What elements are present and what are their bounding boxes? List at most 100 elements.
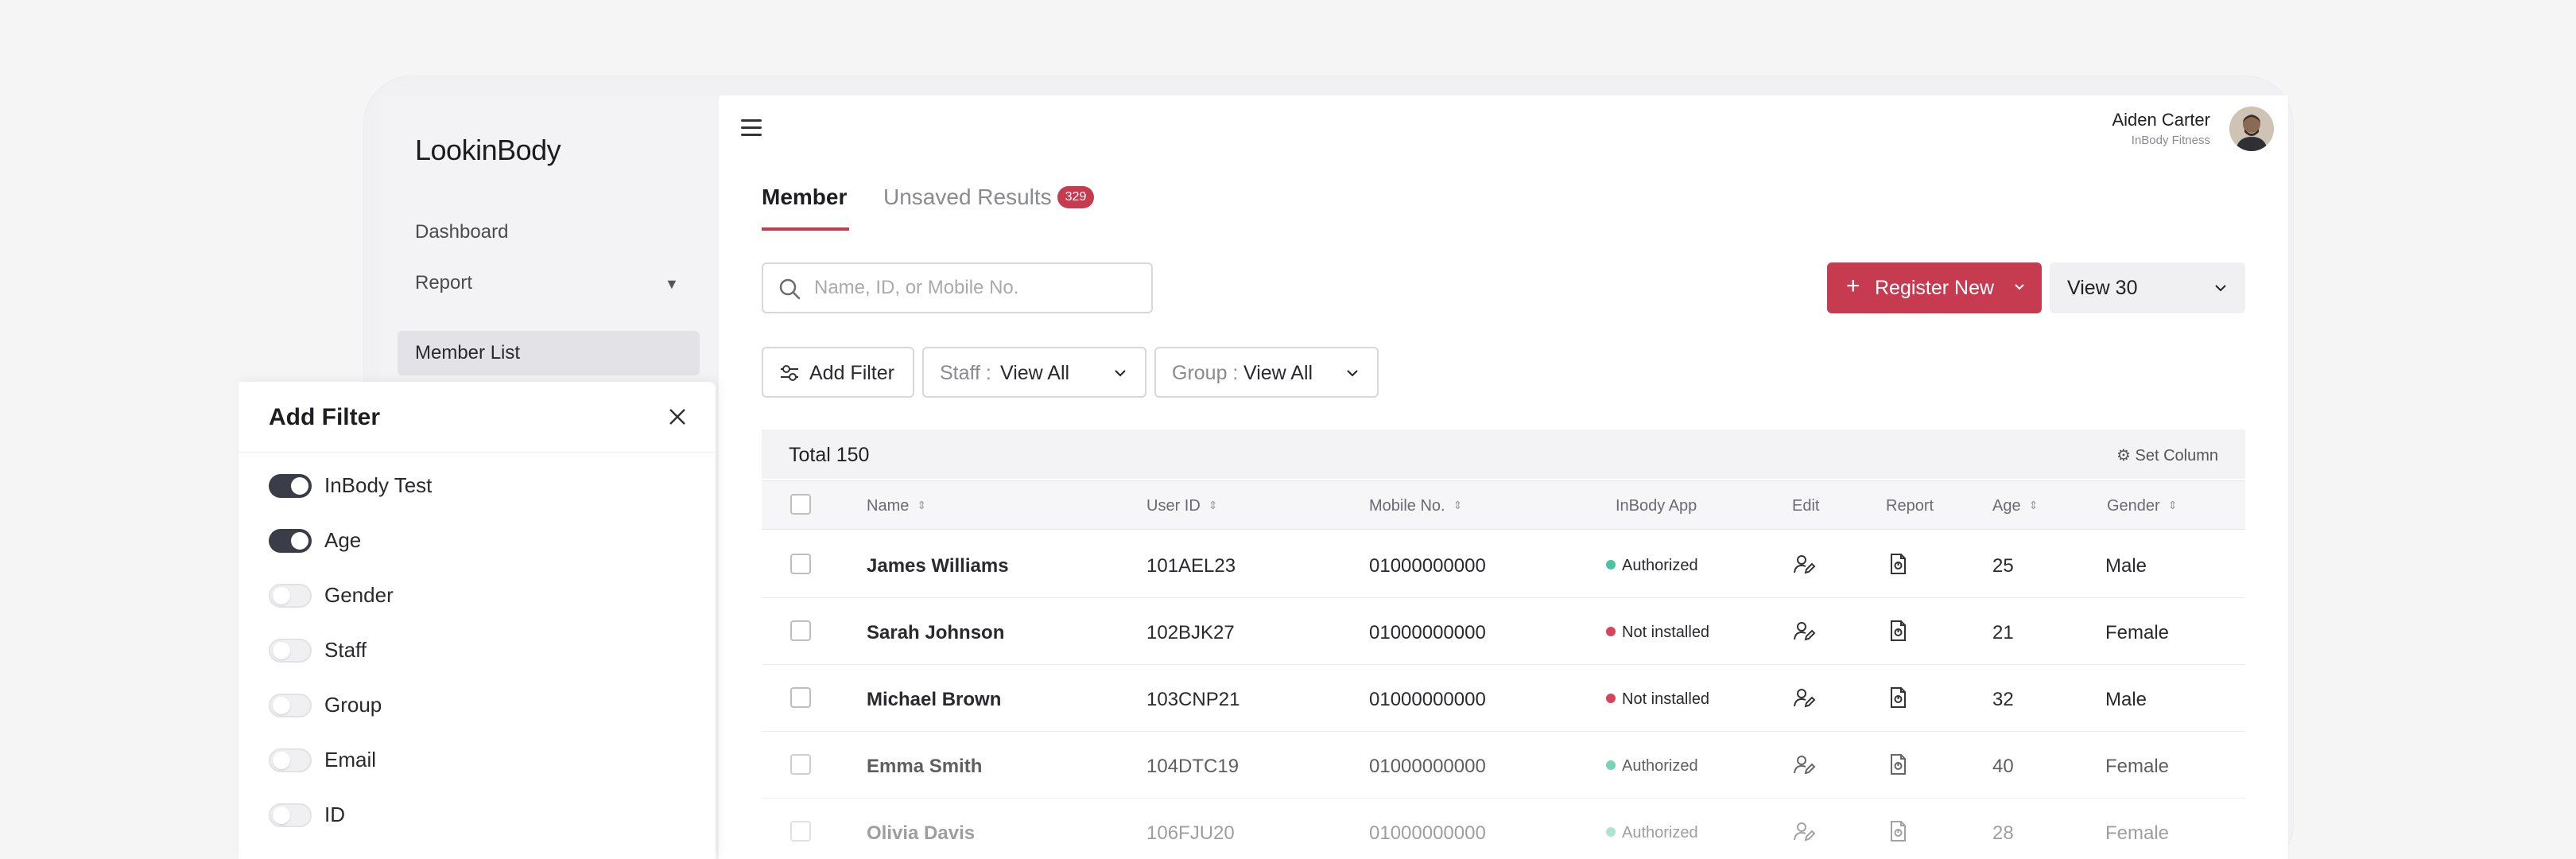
report-document-icon[interactable]	[1886, 619, 1910, 643]
member-name[interactable]: Sarah Johnson	[867, 622, 1004, 644]
close-icon[interactable]	[666, 406, 689, 428]
edit-user-icon[interactable]	[1792, 752, 1816, 776]
member-age: 40	[1992, 756, 2014, 777]
toggle-knob	[291, 477, 308, 495]
sidebar-item-report[interactable]: Report	[415, 272, 472, 294]
toggle-knob	[273, 697, 290, 714]
staff-filter-select[interactable]: Staff : View All	[922, 347, 1146, 398]
column-header-inbody-app: InBody App	[1616, 497, 1697, 515]
inbody-app-status: Not installed	[1606, 690, 1709, 709]
chevron-down-icon	[1347, 370, 1358, 377]
column-header-user-id[interactable]: User ID ⇕	[1146, 497, 1218, 515]
add-filter-title: Add Filter	[269, 404, 380, 430]
report-document-icon[interactable]	[1886, 819, 1910, 843]
sort-icon: ⇕	[1208, 499, 1218, 511]
table-row[interactable]: Olivia Davis 106FJU20 01000000000 Authorize…	[762, 799, 2245, 859]
caret-down-icon[interactable]: ▼	[665, 276, 679, 293]
row-checkbox[interactable]	[790, 687, 811, 708]
member-user-id: 106FJU20	[1146, 822, 1235, 844]
status-dot	[1606, 760, 1616, 770]
plus-icon: +	[1846, 273, 1860, 299]
member-mobile: 01000000000	[1369, 756, 1486, 777]
member-mobile: 01000000000	[1369, 689, 1486, 710]
total-count: Total 150	[789, 444, 870, 466]
filter-toggle[interactable]	[269, 748, 312, 772]
add-filter-button[interactable]: Add Filter	[762, 347, 914, 398]
column-header-name[interactable]: Name ⇕	[867, 497, 926, 515]
tab-unsaved-results[interactable]: Unsaved Results	[883, 185, 1052, 210]
set-column-button[interactable]: ⚙ Set Column	[2116, 445, 2218, 465]
edit-user-icon[interactable]	[1792, 552, 1816, 576]
table-row[interactable]: James Williams 101AEL23 01000000000 Authori…	[762, 531, 2245, 598]
report-document-icon[interactable]	[1886, 752, 1910, 776]
member-age: 28	[1992, 822, 2014, 844]
inbody-app-status: Not installed	[1606, 624, 1709, 642]
gear-icon: ⚙	[2116, 447, 2131, 464]
table-row[interactable]: Michael Brown 103CNP21 01000000000 Not inst…	[762, 665, 2245, 732]
column-header-gender[interactable]: Gender ⇕	[2107, 497, 2177, 515]
app-logo: LookinBody	[415, 134, 561, 166]
chevron-down-icon	[1115, 370, 1126, 377]
toggle-knob	[273, 642, 290, 659]
sort-icon: ⇕	[2028, 499, 2039, 511]
member-name[interactable]: James Williams	[867, 555, 1009, 577]
member-user-id: 101AEL23	[1146, 555, 1236, 577]
sidebar-item-dashboard[interactable]: Dashboard	[415, 221, 508, 243]
member-user-id: 103CNP21	[1146, 689, 1240, 710]
row-checkbox[interactable]	[790, 821, 811, 842]
member-name[interactable]: Emma Smith	[867, 756, 982, 778]
status-dot	[1606, 560, 1616, 569]
page-size-select[interactable]: View 30	[2050, 262, 2245, 313]
filter-toggle[interactable]	[269, 639, 312, 663]
edit-user-icon[interactable]	[1792, 686, 1816, 709]
filter-toggle[interactable]	[269, 474, 312, 498]
add-filter-panel: Add Filter InBody Test Age Gender Staff Grou…	[239, 382, 716, 859]
member-name[interactable]: Olivia Davis	[867, 822, 975, 845]
member-name[interactable]: Michael Brown	[867, 689, 1001, 711]
member-age: 21	[1992, 622, 2014, 643]
sidebar-item-member-list[interactable]: Member List	[398, 331, 700, 375]
filter-toggle[interactable]	[269, 803, 312, 827]
group-filter-select[interactable]: Group : View All	[1154, 347, 1379, 398]
edit-user-icon[interactable]	[1792, 619, 1816, 643]
inbody-app-status: Authorized	[1606, 824, 1698, 842]
register-new-label: Register New	[1875, 277, 1995, 299]
avatar[interactable]	[2229, 107, 2274, 151]
inbody-app-status: Authorized	[1606, 757, 1698, 775]
edit-user-icon[interactable]	[1792, 819, 1816, 843]
filter-option-label: InBody Test	[324, 473, 433, 497]
chevron-down-icon	[2215, 285, 2226, 292]
row-checkbox[interactable]	[790, 554, 811, 574]
table-summary-bar: Total 150 ⚙ Set Column	[762, 430, 2245, 479]
add-filter-label: Add Filter	[809, 362, 894, 384]
filter-toggle[interactable]	[269, 694, 312, 717]
register-new-button[interactable]: + Register New	[1827, 262, 2042, 313]
member-gender: Male	[2105, 689, 2147, 710]
select-all-checkbox[interactable]	[790, 494, 811, 515]
tab-member[interactable]: Member	[762, 185, 847, 210]
report-document-icon[interactable]	[1886, 552, 1910, 576]
table-row[interactable]: Sarah Johnson 102BJK27 01000000000 Not inst…	[762, 598, 2245, 665]
filter-toggle[interactable]	[269, 529, 312, 553]
toggle-knob	[273, 587, 290, 604]
user-name: Aiden Carter	[2112, 110, 2210, 130]
search-box	[762, 262, 1153, 313]
user-organization: InBody Fitness	[2131, 134, 2210, 147]
set-column-label: Set Column	[2135, 447, 2219, 464]
filter-option-label: Group	[324, 693, 382, 717]
search-input[interactable]	[814, 274, 1140, 302]
report-document-icon[interactable]	[1886, 686, 1910, 709]
menu-icon[interactable]	[741, 119, 762, 137]
filter-toggle[interactable]	[269, 584, 312, 608]
row-checkbox[interactable]	[790, 620, 811, 641]
column-header-age[interactable]: Age ⇕	[1992, 497, 2038, 515]
filter-option-label: Age	[324, 528, 362, 552]
member-mobile: 01000000000	[1369, 622, 1486, 643]
row-checkbox[interactable]	[790, 754, 811, 775]
group-filter-value: View All	[1243, 362, 1313, 384]
column-header-mobile[interactable]: Mobile No. ⇕	[1369, 497, 1462, 515]
table-row[interactable]: Emma Smith 104DTC19 01000000000 Authorized 4…	[762, 732, 2245, 799]
member-gender: Female	[2105, 822, 2170, 844]
sort-icon: ⇕	[2167, 499, 2178, 511]
member-gender: Male	[2105, 555, 2147, 577]
